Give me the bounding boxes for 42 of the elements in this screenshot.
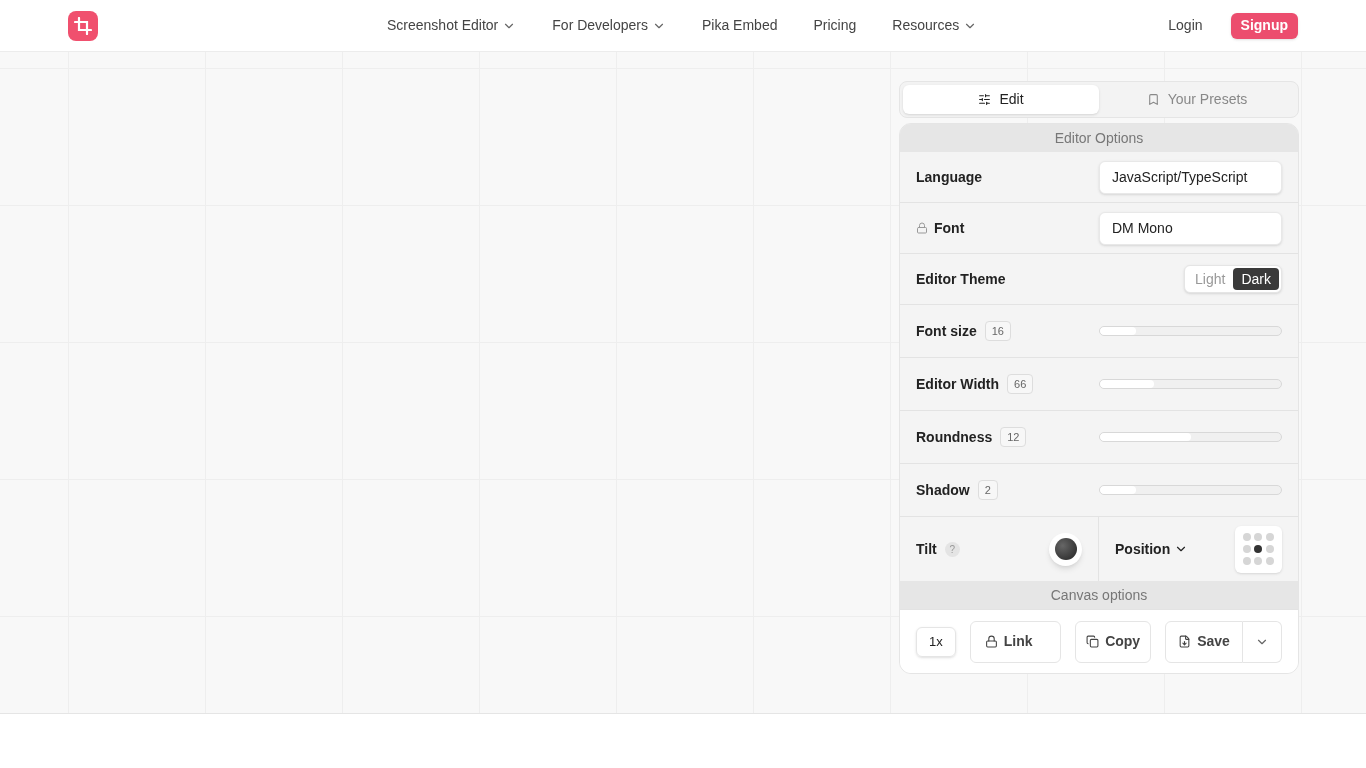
login-link[interactable]: Login (1168, 15, 1203, 36)
option-label: Shadow (916, 480, 970, 500)
value-badge: 16 (984, 320, 1011, 342)
section-header: Editor Options (900, 124, 1298, 152)
value-badge: 12 (1000, 426, 1027, 448)
copy-icon (1086, 635, 1100, 648)
nav-link[interactable]: For Developers (552, 15, 666, 36)
slider-track[interactable] (1099, 326, 1282, 336)
option-label: Font size (916, 321, 977, 341)
signup-button[interactable]: Signup (1230, 12, 1298, 39)
option-label: Tilt (916, 539, 937, 559)
section-header: Canvas options (900, 581, 1298, 609)
font-select[interactable]: DM Mono (1099, 211, 1282, 245)
option-label: Roundness (916, 427, 993, 447)
option-label: Font (934, 218, 965, 238)
slider-track[interactable] (1099, 485, 1282, 495)
file-download-icon (1178, 635, 1192, 648)
save-button[interactable]: Save (1165, 620, 1243, 663)
theme-option[interactable]: Dark (1233, 268, 1279, 290)
copy-button[interactable]: Copy (1075, 620, 1151, 663)
option-label: Editor Theme (916, 269, 1006, 289)
language-select[interactable]: JavaScript/TypeScript (1099, 160, 1282, 194)
tilt-knob[interactable] (1049, 532, 1082, 566)
save-options-button[interactable] (1243, 620, 1282, 663)
lock-icon (984, 635, 998, 648)
nav-link[interactable]: Pricing (813, 15, 857, 36)
option-label: Language (916, 167, 983, 187)
option-label: Editor Width (916, 374, 1000, 394)
scale-button[interactable]: 1x (916, 626, 956, 657)
nav-link[interactable]: Pika Embed (702, 15, 778, 36)
value-badge: 66 (1007, 373, 1034, 395)
logo-icon[interactable] (68, 10, 98, 41)
nav-link[interactable]: Resources (892, 15, 978, 36)
bookmark-icon (1146, 93, 1160, 106)
slider-track[interactable] (1099, 379, 1282, 389)
link-button[interactable]: Link (969, 620, 1062, 663)
value-badge: 2 (977, 479, 998, 501)
slider-track[interactable] (1099, 432, 1282, 442)
sliders-icon (978, 93, 992, 106)
nav-link[interactable]: Screenshot Editor (387, 15, 517, 36)
position-dropdown[interactable]: Position (1115, 538, 1189, 560)
tab[interactable]: Edit (903, 85, 1099, 114)
